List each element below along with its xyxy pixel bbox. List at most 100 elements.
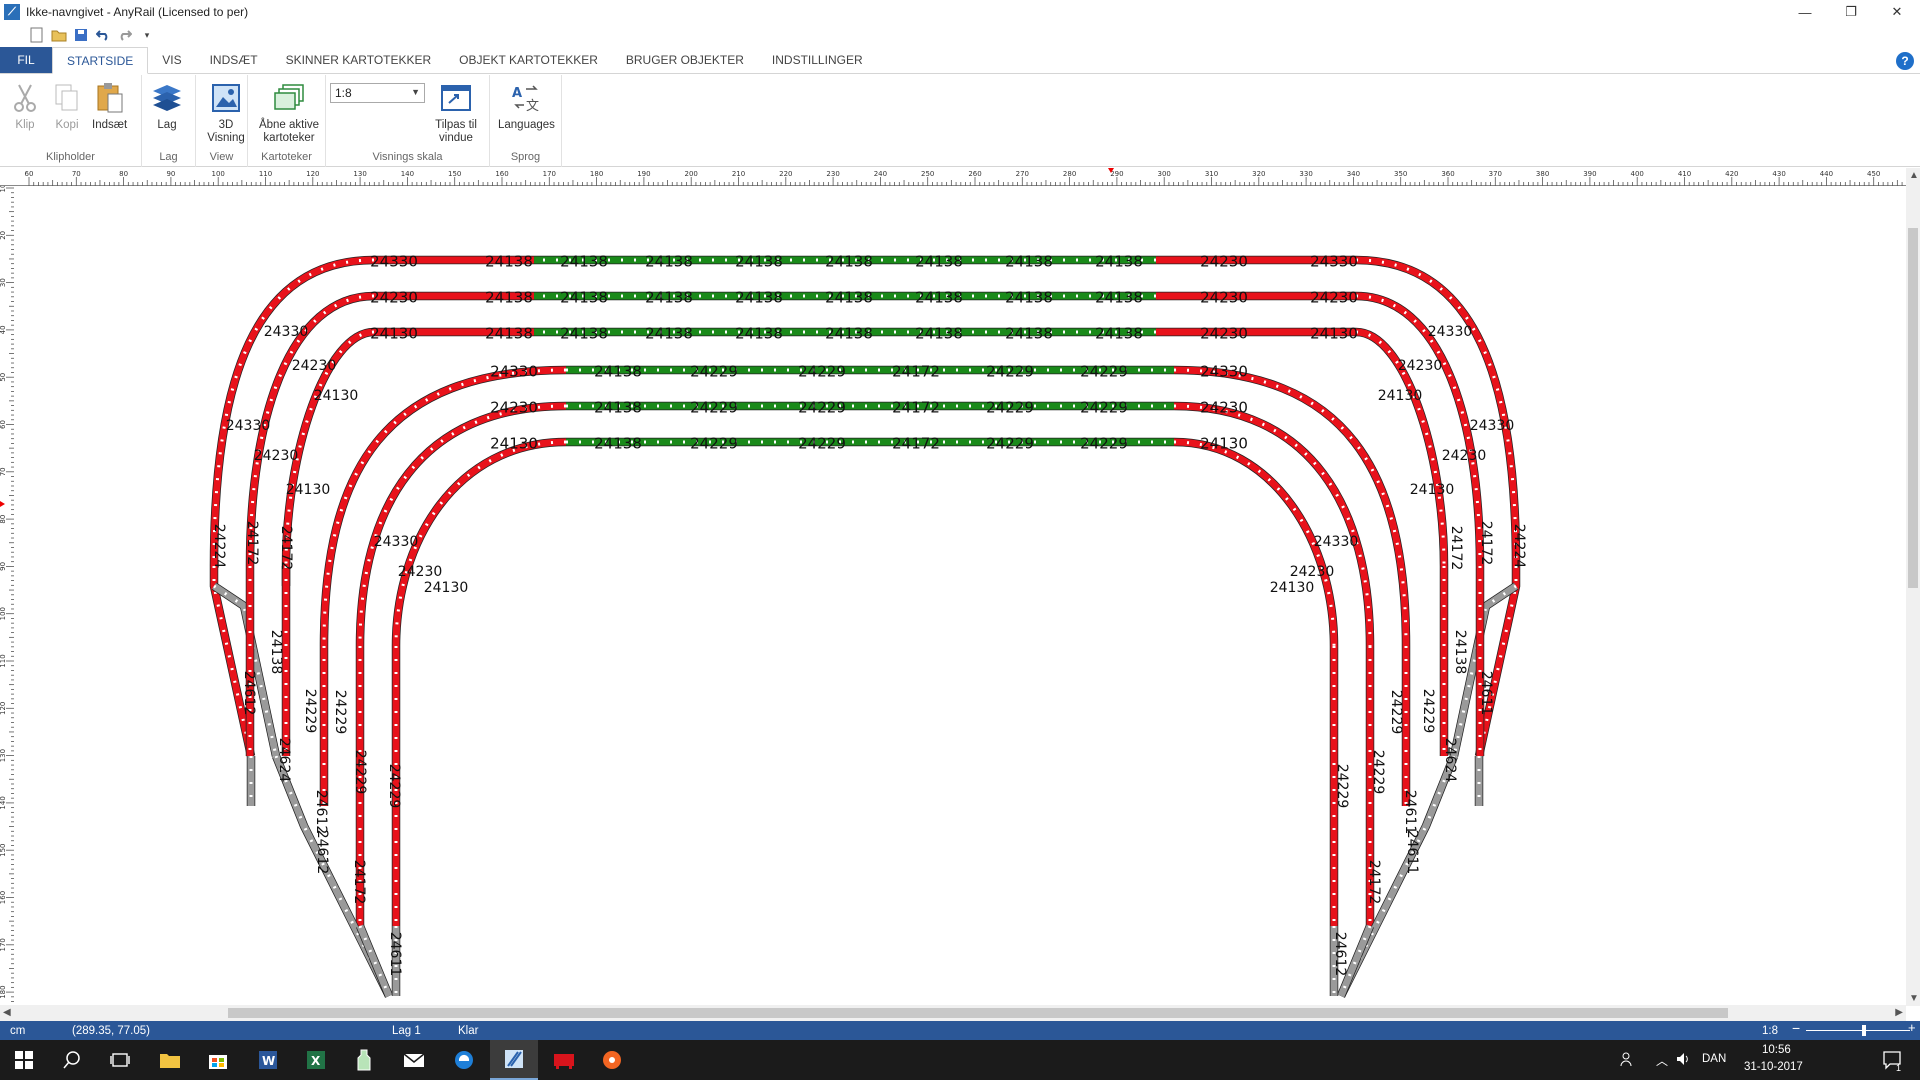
ruler-label: 160 [495,170,508,178]
orange-app-icon[interactable] [588,1040,636,1080]
search-icon[interactable] [48,1040,96,1080]
help-icon[interactable]: ? [1896,52,1914,70]
word-icon[interactable]: W [244,1040,292,1080]
scroll-right-icon[interactable]: ▶ [1895,1007,1903,1018]
horizontal-scroll-thumb[interactable] [228,1008,1728,1018]
ruler-label: 60 [0,420,7,429]
window-title: Ikke-navngivet - AnyRail (Licensed to pe… [26,5,249,19]
mail-icon[interactable] [390,1040,438,1080]
track-part-label: 24138 [735,253,783,271]
scroll-down-icon[interactable]: ▼ [1909,993,1919,1004]
tab-fil[interactable]: FIL [0,47,52,73]
track-part-label: 24611 [387,932,403,977]
status-bar: cm (289.35, 77.05) Lag 1 Klar 1:8 − + [0,1020,1920,1040]
zoom-out-button[interactable]: − [1792,1020,1800,1036]
ruler-label: 300 [1158,170,1171,178]
clock-date[interactable]: 31-10-2017 [1744,1061,1803,1073]
minimize-button[interactable]: — [1782,0,1828,24]
ruler-label: 90 [166,170,175,178]
track-part-label: 24230 [1442,448,1487,464]
input-language[interactable]: DAN [1702,1053,1726,1065]
track-layout-canvas[interactable]: 24330 24138 24138 24138 24138 24138 24138 24138… [14,186,1906,1006]
anyrail-taskbar-icon[interactable] [490,1040,538,1080]
track-part-label: 24138 [1005,325,1053,343]
tab-indsaet[interactable]: INDSÆT [196,47,272,73]
tab-bruger-objekter[interactable]: BRUGER OBJEKTER [612,47,758,73]
clock-time[interactable]: 10:56 [1762,1044,1791,1056]
redo-icon[interactable] [116,26,134,44]
track-part-label: 24138 [915,325,963,343]
tab-objekt-kartotekker[interactable]: OBJEKT KARTOTEKKER [445,47,612,73]
track-part-label: 24138 [825,289,873,307]
track-part-label: 24229 [1420,689,1436,734]
store-icon[interactable] [194,1040,242,1080]
speaker-icon[interactable] [1676,1052,1692,1069]
track-part-label: 24611 [1404,830,1420,875]
close-button[interactable]: ✕ [1874,0,1920,24]
scale-display: 1:8 [1762,1024,1778,1037]
scale-dropdown[interactable]: 1:8 ▼ [330,83,425,103]
red-app-icon[interactable] [540,1040,588,1080]
ruler-label: 410 [1678,170,1691,178]
windows-start-icon[interactable] [0,1040,48,1080]
ruler-label: 200 [685,170,698,178]
track-part-label: 24130 [1200,435,1248,453]
track-part-label: 24224 [211,524,227,569]
ruler-label: 160 [0,891,7,904]
customize-qat-icon[interactable]: ▾ [138,26,156,44]
group-sprog: A文 Languages Sprog [490,75,562,167]
ribbon-tabs: FIL STARTSIDE VIS INDSÆT SKINNER KARTOTE… [0,47,1920,74]
svg-text:文: 文 [526,99,539,113]
tab-skinner-kartotekker[interactable]: SKINNER KARTOTEKKER [272,47,446,73]
scroll-left-icon[interactable]: ◀ [3,1007,11,1018]
ruler-label: 260 [968,170,981,178]
horizontal-scrollbar[interactable]: ◀ ▶ [0,1005,1906,1021]
undo-icon[interactable] [94,26,112,44]
track-part-label: 24230 [1398,358,1443,374]
scissors-icon [8,81,42,115]
track-part-label: 24229 [302,689,318,734]
svg-text:A: A [512,86,522,101]
save-icon[interactable] [72,26,90,44]
people-icon[interactable] [1620,1051,1636,1070]
zoom-slider-thumb[interactable] [1862,1025,1866,1036]
maximize-button[interactable]: ❐ [1828,0,1874,24]
track-part-label: 24624 [276,738,292,783]
new-file-icon[interactable] [28,26,46,44]
vertical-scrollbar[interactable]: ▲ ▼ [1906,168,1920,1006]
track-part-label: 24130 [1410,482,1455,498]
scroll-up-icon[interactable]: ▲ [1909,170,1919,181]
show-hidden-icons-icon[interactable]: ︿ [1656,1052,1668,1069]
ruler-label: 120 [306,170,319,178]
app-bottle-icon[interactable] [340,1040,388,1080]
zoom-in-button[interactable]: + [1908,1020,1916,1035]
ruler-label: 120 [0,702,7,715]
excel-icon[interactable]: X [292,1040,340,1080]
vertical-scroll-thumb[interactable] [1908,228,1918,588]
anyrail-app-icon: ⟋ [4,4,20,20]
track-part-label: 24330 [490,363,538,381]
lower-left-curve-2-outline [391,437,567,647]
track-part-label: 24330 [1310,253,1358,271]
chevron-down-icon: ▼ [411,87,420,97]
ruler-label: 50 [0,373,7,382]
task-view-icon[interactable] [96,1040,144,1080]
ruler-label: 30 [0,278,7,287]
left-turnout-c[interactable] [356,924,393,998]
ruler-label: 450 [1867,170,1880,178]
track-part-label: 24172 [892,399,940,417]
track-part-label: 24130 [490,435,538,453]
tab-indstillinger[interactable]: INDSTILLINGER [758,47,877,73]
ruler-label: 320 [1252,170,1265,178]
ruler-label: 280 [1063,170,1076,178]
lower-right-curve-2[interactable] [1173,438,1338,647]
ruler-label: 440 [1820,170,1833,178]
upper-left-curve-0[interactable] [210,256,375,567]
tab-startside[interactable]: STARTSIDE [52,47,149,74]
zoom-slider[interactable] [1806,1030,1910,1031]
edge-icon[interactable] [440,1040,488,1080]
file-explorer-icon[interactable] [146,1040,194,1080]
track-part-label: 24138 [645,289,693,307]
open-file-icon[interactable] [50,26,68,44]
tab-vis[interactable]: VIS [148,47,195,73]
